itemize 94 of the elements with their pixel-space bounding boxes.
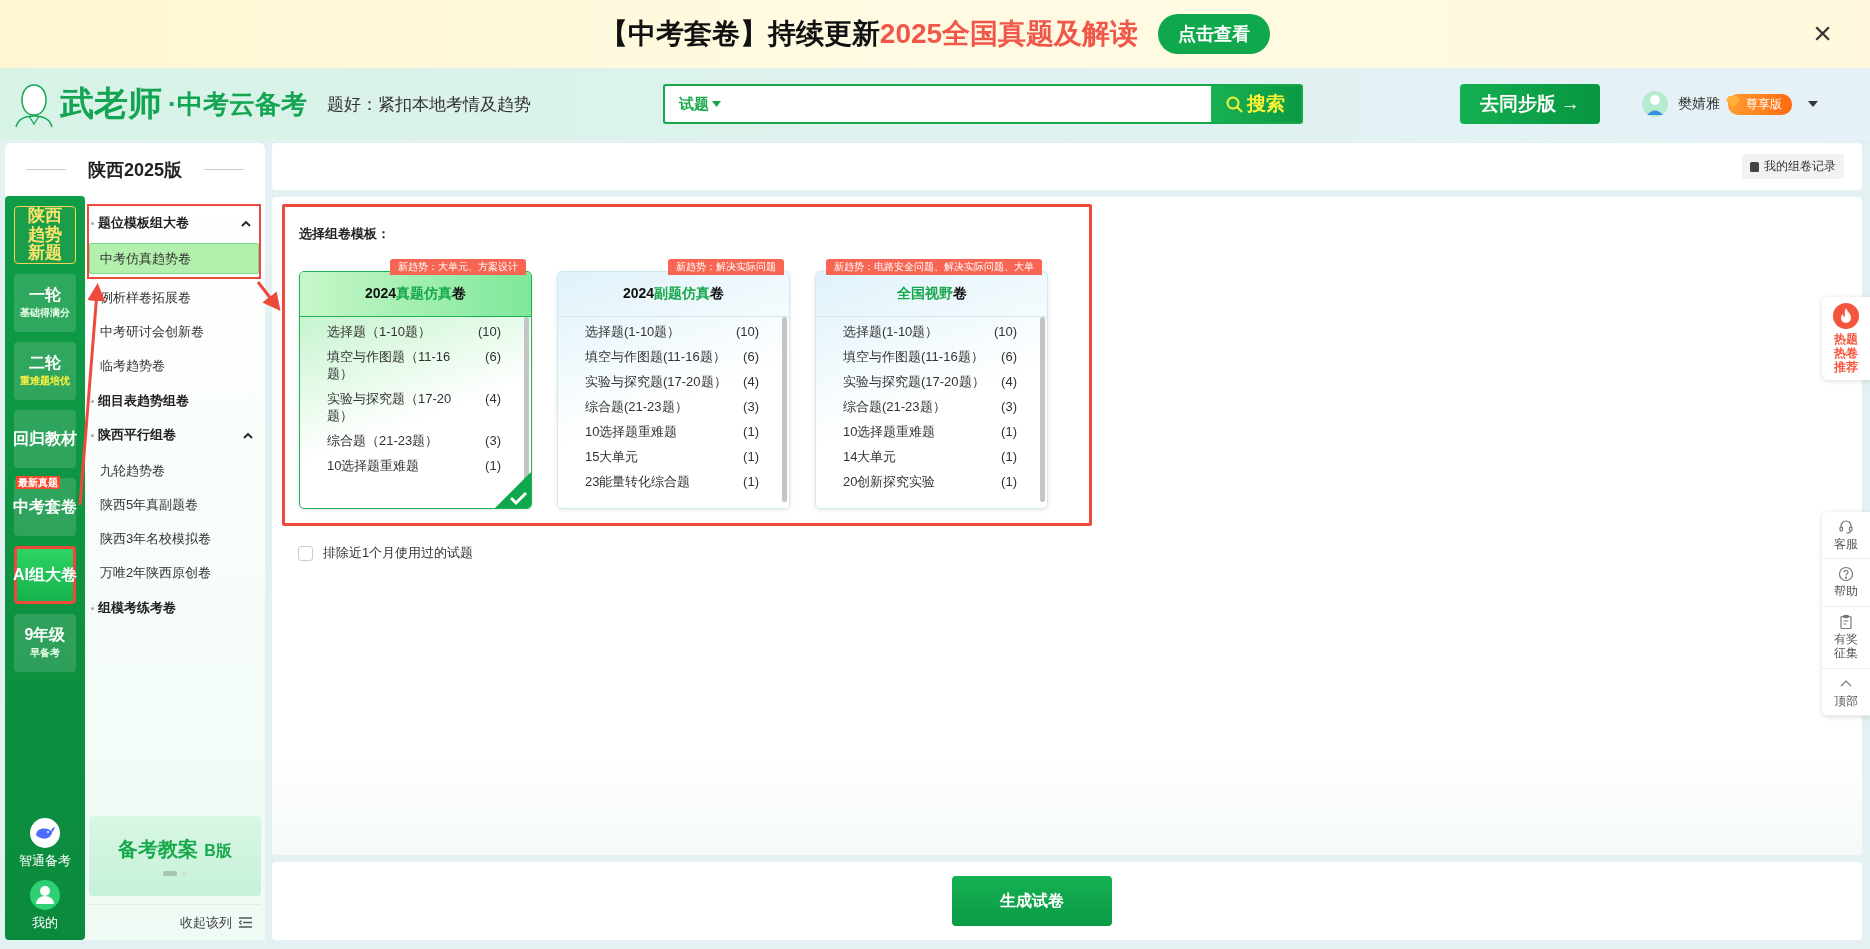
question-count: (1) (1001, 423, 1017, 440)
submenu-item[interactable]: 九轮趋势卷 (89, 455, 261, 486)
nav-link[interactable]: 智通备考 (19, 818, 71, 870)
card-title: 2024副题仿真卷 (622, 285, 725, 303)
help-icon (1838, 566, 1854, 583)
records-button[interactable]: 我的组卷记录 (1742, 154, 1844, 179)
close-button[interactable]: × (1807, 16, 1838, 50)
question-type: 15大单元 (585, 448, 640, 465)
new-tag: 最新真题 (16, 476, 60, 489)
group-header[interactable]: 陕西平行组卷 (89, 418, 261, 452)
annotation-arrow (256, 281, 281, 312)
tool-button[interactable]: 帮助 (1822, 559, 1870, 607)
nav-link[interactable]: 我的 (30, 880, 60, 932)
user-name: 樊婧雅 (1677, 95, 1720, 113)
question-type: 选择题(1-10题） (585, 323, 682, 340)
template-card[interactable]: 2024真题仿真卷 选择题（1-10题） (10) 填空与作图题（11-16题） (6) 实验与探究题（17-20题） (4) 综合题（21-23题） (3) 10选择题重难题 (1) (299, 271, 532, 509)
question-type: 10选择题重难题 (327, 457, 421, 474)
caret-icon (711, 101, 721, 107)
question-count: (6) (743, 348, 759, 365)
promo-title: 备考教案 B版 (118, 837, 232, 862)
question-count: (4) (1001, 373, 1017, 390)
question-type: 选择题(1-10题） (843, 323, 940, 340)
question-count: (1) (485, 457, 501, 474)
question-type: 填空与作图题(11-16题） (585, 348, 727, 365)
selected-check-icon (495, 472, 531, 508)
tool-button[interactable]: 客服 (1822, 512, 1870, 560)
question-type: 实验与探究题(17-20题） (585, 373, 728, 390)
question-count: (6) (485, 348, 501, 365)
group-header[interactable]: 细目表趋势组卷 (89, 384, 261, 418)
headset-icon (1838, 519, 1854, 535)
clipboard-icon (1838, 613, 1854, 630)
avatar-icon (1641, 91, 1668, 117)
question-type: 10选择题重难题 (585, 423, 679, 440)
trend-tag: 新趋势：解决实际问题 (668, 259, 784, 275)
question-count: (4) (485, 390, 501, 407)
question-type: 10选择题重难题 (843, 423, 937, 440)
question-count: (6) (1001, 348, 1017, 365)
group-header[interactable]: 题位模板组大卷 (89, 206, 259, 240)
trend-tag: 新趋势：大单元、方案设计 (390, 259, 526, 275)
question-type: 填空与作图题（11-16题） (327, 348, 452, 382)
question-type: 综合题(21-23题） (585, 398, 689, 415)
trend-tag: 新趋势：电路安全问题、解决实际问题、大单 (826, 259, 1042, 275)
submenu-item[interactable]: 陕西3年名校模拟卷 (89, 523, 261, 554)
question-count: (3) (485, 432, 501, 449)
slogan: 题好：紧扣本地考情及趋势 (326, 93, 531, 116)
carousel-dots (163, 871, 187, 876)
submenu-item[interactable]: 中考仿真趋势卷 (89, 243, 259, 274)
tool-button[interactable]: 有奖征集 (1822, 606, 1870, 669)
question-count: (3) (1001, 398, 1017, 415)
banner-text: 【中考套卷】持续更新2025全国真题及解读 (599, 17, 1139, 51)
question-count: (1) (743, 448, 759, 465)
question-count: (1) (743, 473, 759, 490)
question-type: 实验与探究题（17-20题） (327, 390, 453, 424)
flame-icon (1833, 303, 1859, 329)
edition-title: 陕西2025版 (87, 158, 182, 182)
question-count: (1) (1001, 448, 1017, 465)
user-icon (30, 880, 60, 910)
nav-item[interactable]: 最新真题 中考套卷 (14, 478, 76, 536)
template-card[interactable]: 全国视野卷 选择题(1-10题） (10) 填空与作图题(11-16题） (6) 实验与探究题(17-20题） (4) 综合题(21-23题） (3) 10选择题重难题 (1) 14大单元 (1) 20创新探究实验 (1) (815, 271, 1048, 509)
question-count: (4) (743, 373, 759, 390)
group-header[interactable]: 组模考练考卷 (89, 591, 261, 625)
question-count: (1) (743, 423, 759, 440)
question-count: (3) (743, 398, 759, 415)
question-type: 选择题（1-10题） (327, 323, 433, 340)
question-type: 14大单元 (843, 448, 898, 465)
question-type: 20创新探究实验 (843, 473, 937, 490)
card-title: 2024真题仿真卷 (364, 285, 467, 303)
collapse-button[interactable]: 收起该列 (180, 913, 253, 932)
user-menu-caret-icon[interactable] (1807, 101, 1818, 107)
section-label: 选择组卷模板： (299, 225, 391, 243)
submenu-item[interactable]: 陕西5年真副题卷 (89, 489, 261, 520)
card-title: 全国视野卷 (896, 285, 967, 303)
question-count: (10) (993, 323, 1017, 340)
collapse-icon (238, 917, 253, 928)
submenu-item[interactable]: 中考研讨会创新卷 (89, 316, 261, 347)
template-card[interactable]: 2024副题仿真卷 选择题(1-10题） (10) 填空与作图题(11-16题） (6) 实验与探究题(17-20题） (4) 综合题(21-23题） (3) 10选择题重难题 (1) 15大单元 (1) 23能量转化综合题 (1) (557, 271, 790, 509)
question-count: (1) (1001, 473, 1017, 490)
vip-badge: 尊享版 (1727, 93, 1792, 115)
checkbox-label: 排除近1个月使用过的试题 (323, 544, 474, 562)
tool-button[interactable]: 顶部 (1822, 668, 1870, 716)
question-type: 填空与作图题(11-16题） (843, 348, 985, 365)
question-count: (10) (735, 323, 759, 340)
question-type: 综合题(21-23题） (843, 398, 947, 415)
product-name: ·中考云备考 (168, 87, 307, 121)
submenu-item[interactable]: 临考趋势卷 (89, 350, 261, 381)
question-count: (10) (477, 323, 501, 340)
question-type: 实验与探究题(17-20题） (843, 373, 986, 390)
submenu-item[interactable]: 万唯2年陕西原创卷 (89, 557, 261, 588)
question-type: 23能量转化综合题 (585, 473, 692, 490)
search-icon (1226, 95, 1244, 113)
whale-icon (30, 818, 60, 848)
exclude-checkbox[interactable] (298, 545, 313, 561)
brand-name: 武老师 (60, 83, 162, 124)
question-type: 综合题（21-23题） (327, 432, 440, 449)
